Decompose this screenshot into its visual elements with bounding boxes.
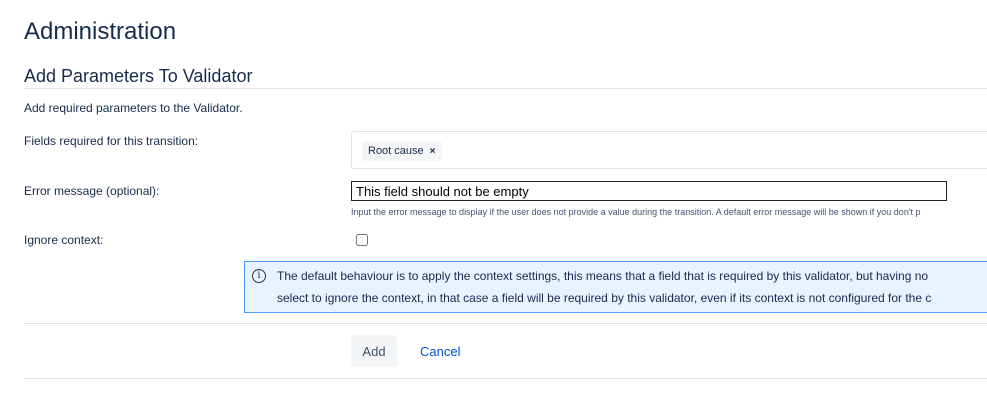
add-button[interactable]: Add (351, 335, 397, 367)
required-fields-picker[interactable]: Root cause × (351, 131, 987, 169)
section-title: Add Parameters To Validator (24, 66, 252, 87)
info-icon: i (252, 269, 266, 283)
chip-label: Root cause (368, 145, 424, 157)
divider (24, 323, 987, 324)
page-title: Administration (24, 18, 176, 46)
divider (24, 378, 987, 379)
divider (24, 88, 987, 89)
error-message-help: Input the error message to display if th… (351, 207, 921, 217)
cancel-link[interactable]: Cancel (420, 344, 460, 359)
info-text-line1: The default behaviour is to apply the co… (277, 269, 928, 283)
ignore-context-label: Ignore context: (24, 233, 103, 247)
ignore-context-checkbox[interactable] (356, 234, 368, 246)
description: Add required parameters to the Validator… (24, 101, 243, 115)
info-text-line2: select to ignore the context, in that ca… (277, 291, 931, 305)
field-chip: Root cause × (362, 141, 442, 161)
required-fields-label: Fields required for this transition: (24, 134, 198, 148)
info-message: i The default behaviour is to apply the … (244, 261, 987, 313)
error-message-input[interactable] (351, 181, 947, 201)
error-message-label: Error message (optional): (24, 184, 159, 198)
remove-chip-icon[interactable]: × (430, 146, 436, 157)
